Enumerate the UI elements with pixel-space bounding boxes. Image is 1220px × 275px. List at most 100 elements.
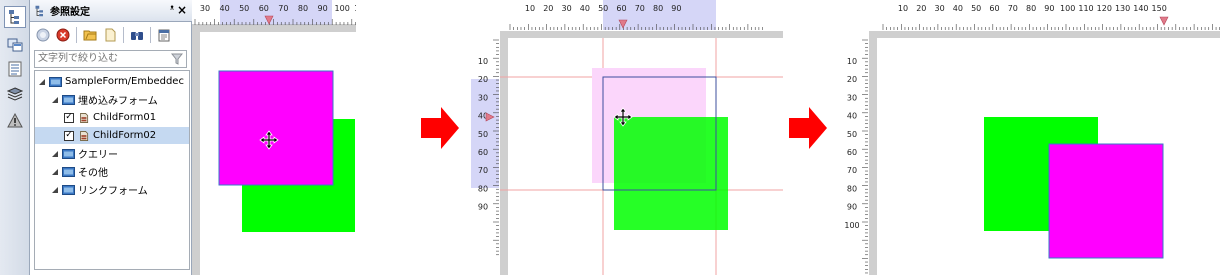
canvas-margin xyxy=(869,31,877,275)
add-circle-icon[interactable] xyxy=(34,26,52,44)
tree-item[interactable]: クエリー xyxy=(35,145,189,162)
pane-title: 参照設定 xyxy=(50,7,90,18)
ruler-label: 80 xyxy=(478,184,488,193)
canvas-margin xyxy=(500,31,508,275)
ruler-label: 80 xyxy=(298,4,308,13)
expand-triangle-icon[interactable] xyxy=(51,150,59,158)
expand-triangle-icon[interactable] xyxy=(38,78,46,86)
tree-item-label: ChildForm01 xyxy=(93,112,157,123)
tree-item[interactable]: リンクフォーム xyxy=(35,181,189,198)
layers-icon[interactable] xyxy=(4,83,26,105)
ruler-label: 150 xyxy=(1152,4,1167,13)
ruler-label: 50 xyxy=(239,4,249,13)
toolbar-separator xyxy=(150,27,151,43)
ruler-label: 20 xyxy=(478,75,488,84)
ruler-label: 70 xyxy=(847,166,857,175)
filter-funnel-icon[interactable] xyxy=(171,53,183,65)
ruler-label: 40 xyxy=(953,4,963,13)
ruler-label: 100 xyxy=(844,221,859,230)
ruler-label: 130 xyxy=(1115,4,1130,13)
tree-structure-icon xyxy=(35,5,43,16)
pane-title-bar: 参照設定 ᵜ × xyxy=(30,0,192,22)
tree-item[interactable]: その他 xyxy=(35,163,189,180)
ruler-label: 120 xyxy=(1097,4,1112,13)
tree-item[interactable]: ✓ ChildForm01 xyxy=(35,109,189,126)
ruler-label: 70 xyxy=(1008,4,1018,13)
ruler-label: 30 xyxy=(935,4,945,13)
copy-forms-icon[interactable] xyxy=(4,34,26,56)
tree-item-label: その他 xyxy=(78,168,108,179)
designer-panel-before: 参照設定 ᵜ × 文字列で絞り込む SampleForm/Embeddec 埋め… xyxy=(0,0,356,275)
canvas-margin xyxy=(192,26,200,275)
tree-item[interactable]: SampleForm/Embeddec xyxy=(35,73,189,90)
ruler-label: 90 xyxy=(671,4,681,13)
toolbar-separator xyxy=(76,27,77,43)
tree-checkbox[interactable]: ✓ xyxy=(64,112,74,123)
tree-checkbox[interactable]: ✓ xyxy=(64,130,74,141)
canvas-margin xyxy=(200,26,356,32)
ruler-label: 50 xyxy=(971,4,981,13)
ruler-label: 20 xyxy=(847,75,857,84)
ruler-label: 40 xyxy=(580,4,590,13)
ruler-label: 100 xyxy=(335,4,350,13)
ruler-label: 50 xyxy=(478,130,488,139)
ruler-label: 80 xyxy=(847,184,857,193)
tree-item-label: クエリー xyxy=(78,150,118,161)
ruler-label: 40 xyxy=(220,4,230,13)
ruler-label: 20 xyxy=(543,4,553,13)
search-field[interactable] xyxy=(34,50,187,68)
warning-icon[interactable] xyxy=(4,110,26,132)
delete-circle-icon[interactable] xyxy=(54,26,72,44)
left-toolbar xyxy=(0,0,30,275)
tree-structure-icon[interactable] xyxy=(4,6,26,28)
ruler-label: 50 xyxy=(598,4,608,13)
tree-item[interactable]: ✓ ChildForm02 xyxy=(35,127,189,144)
child-form01-box[interactable] xyxy=(614,117,728,230)
folder-open-icon[interactable] xyxy=(81,26,99,44)
ruler-label: 60 xyxy=(616,4,626,13)
right-arrow-icon xyxy=(421,107,459,149)
search-input[interactable] xyxy=(38,51,168,66)
ruler-label: 50 xyxy=(847,130,857,139)
design-surface[interactable]: 10 20 30 40 50 60 70 80 90 100 110 120 130 140 1501020… xyxy=(840,0,1220,275)
ruler-label: 90 xyxy=(318,4,328,13)
expand-triangle-icon[interactable] xyxy=(51,168,59,176)
ruler-label: 30 xyxy=(478,93,488,102)
ruler-label: 60 xyxy=(259,4,269,13)
expand-triangle-icon[interactable] xyxy=(51,186,59,194)
form-folder-icon xyxy=(49,76,62,87)
child-form-icon xyxy=(80,112,89,123)
right-arrow-icon xyxy=(789,107,827,149)
toolbar-separator xyxy=(123,27,124,43)
form-folder-icon xyxy=(62,184,75,195)
binoculars-icon[interactable] xyxy=(128,26,146,44)
ruler-label: 30 xyxy=(562,4,572,13)
child-form02-box[interactable] xyxy=(1048,143,1164,259)
child-form02-box[interactable] xyxy=(218,70,334,186)
canvas-margin xyxy=(877,31,1220,38)
expand-triangle-icon[interactable] xyxy=(51,96,59,104)
design-surface[interactable]: 30405060708090100110120 xyxy=(192,0,356,275)
reference-settings-pane: 参照設定 ᵜ × 文字列で絞り込む SampleForm/Embeddec 埋め… xyxy=(30,0,192,275)
ruler-label: 80 xyxy=(653,4,663,13)
form-folder-icon xyxy=(62,94,75,105)
child-form-icon xyxy=(80,130,89,141)
canvas-margin xyxy=(508,31,783,38)
ruler-label: 10 xyxy=(525,4,535,13)
ruler-label: 60 xyxy=(989,4,999,13)
list-icon[interactable] xyxy=(4,58,26,80)
tree-item-label: 埋め込みフォーム xyxy=(78,96,158,107)
tree-item-label: リンクフォーム xyxy=(78,186,148,197)
ruler-label: 30 xyxy=(847,93,857,102)
page-icon[interactable] xyxy=(101,26,119,44)
ruler-label: 70 xyxy=(635,4,645,13)
pane-toolbar xyxy=(30,23,192,47)
tree-item-label: ChildForm02 xyxy=(93,130,157,141)
pin-icon[interactable]: ᵜ xyxy=(170,4,174,15)
close-icon[interactable]: × xyxy=(177,3,187,17)
tree-item[interactable]: 埋め込みフォーム xyxy=(35,91,189,108)
ruler-label: 90 xyxy=(847,203,857,212)
properties-icon[interactable] xyxy=(155,26,173,44)
design-surface[interactable]: 10 20 30 40 50 60 70 80 90102030405060708090 xyxy=(471,0,783,275)
form-folder-icon xyxy=(62,148,75,159)
